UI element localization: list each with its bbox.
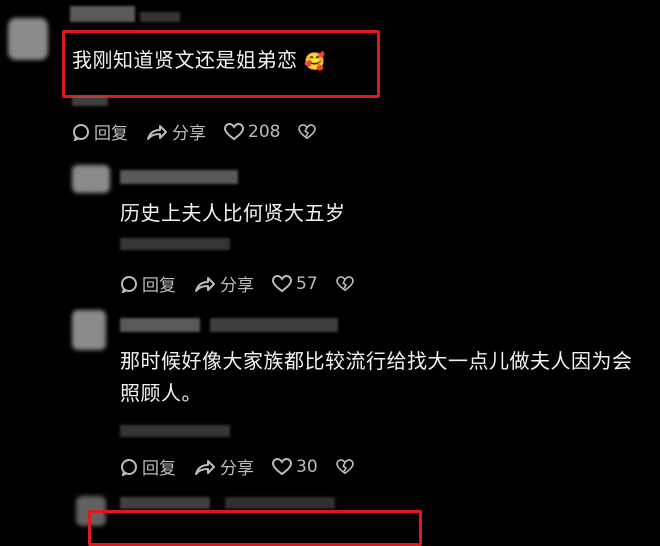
broken-heart-icon (335, 458, 354, 474)
highlight-box (88, 510, 422, 546)
emoji-icon: 🥰 (304, 52, 327, 72)
like-count: 57 (296, 273, 318, 294)
share-label: 分享 (220, 276, 254, 296)
comment-text-line: 照顾人。 (120, 381, 202, 405)
like-button[interactable]: 30 (272, 457, 318, 477)
share-icon (195, 459, 215, 475)
avatar[interactable] (72, 310, 106, 350)
heart-icon (272, 457, 292, 475)
dislike-button[interactable] (335, 458, 354, 475)
reply-label: 回复 (142, 276, 176, 296)
like-count: 208 (248, 121, 281, 142)
comment-actions: 回复 分享 57 (120, 271, 354, 296)
reply-icon (121, 458, 137, 476)
timestamp-blurred (72, 96, 108, 106)
comment-text-line: 那时候好像大家族都比较流行给找大一点儿做夫人因为会 (120, 349, 633, 373)
share-label: 分享 (220, 459, 254, 479)
reply-button[interactable]: 回复 (72, 119, 128, 144)
comment-text: 我刚知道贤文还是姐弟恋 🥰 (72, 44, 326, 78)
username-blurred (225, 497, 335, 509)
reply-button[interactable]: 回复 (120, 271, 176, 296)
comment-text-content: 历史上夫人比何贤大五岁 (120, 201, 346, 225)
reply-label: 回复 (142, 459, 176, 479)
share-icon (195, 276, 215, 292)
comment-text-content: 我刚知道贤文还是姐弟恋 (72, 48, 298, 72)
broken-heart-icon (335, 275, 354, 291)
comment-actions: 回复 分享 30 (120, 454, 354, 479)
heart-icon (224, 122, 244, 140)
share-icon (147, 124, 167, 140)
comment-text: 历史上夫人比何贤大五岁 (120, 197, 346, 229)
share-label: 分享 (172, 124, 206, 144)
like-count: 30 (296, 456, 318, 477)
reply-label: 回复 (94, 124, 128, 144)
username-blurred (210, 318, 338, 332)
dislike-button[interactable] (335, 275, 354, 292)
comment-actions: 回复 分享 208 (72, 119, 317, 144)
username-blurred (140, 12, 180, 22)
like-button[interactable]: 57 (272, 274, 318, 294)
avatar[interactable] (72, 165, 110, 193)
share-button[interactable]: 分享 (146, 119, 206, 144)
username-blurred (120, 170, 238, 184)
username-blurred (120, 497, 210, 509)
share-button[interactable]: 分享 (194, 454, 254, 479)
reply-button[interactable]: 回复 (120, 454, 176, 479)
timestamp-blurred (120, 238, 230, 250)
timestamp-blurred (120, 425, 230, 437)
dislike-button[interactable] (298, 123, 317, 140)
reply-icon (73, 123, 89, 141)
comment-text: 那时候好像大家族都比较流行给找大一点儿做夫人因为会 照顾人。 (120, 345, 633, 409)
like-button[interactable]: 208 (224, 122, 280, 142)
username-blurred (70, 6, 135, 22)
broken-heart-icon (298, 123, 317, 139)
reply-icon (121, 275, 137, 293)
avatar[interactable] (8, 18, 48, 60)
share-button[interactable]: 分享 (194, 271, 254, 296)
username-blurred (120, 318, 200, 332)
heart-icon (272, 274, 292, 292)
